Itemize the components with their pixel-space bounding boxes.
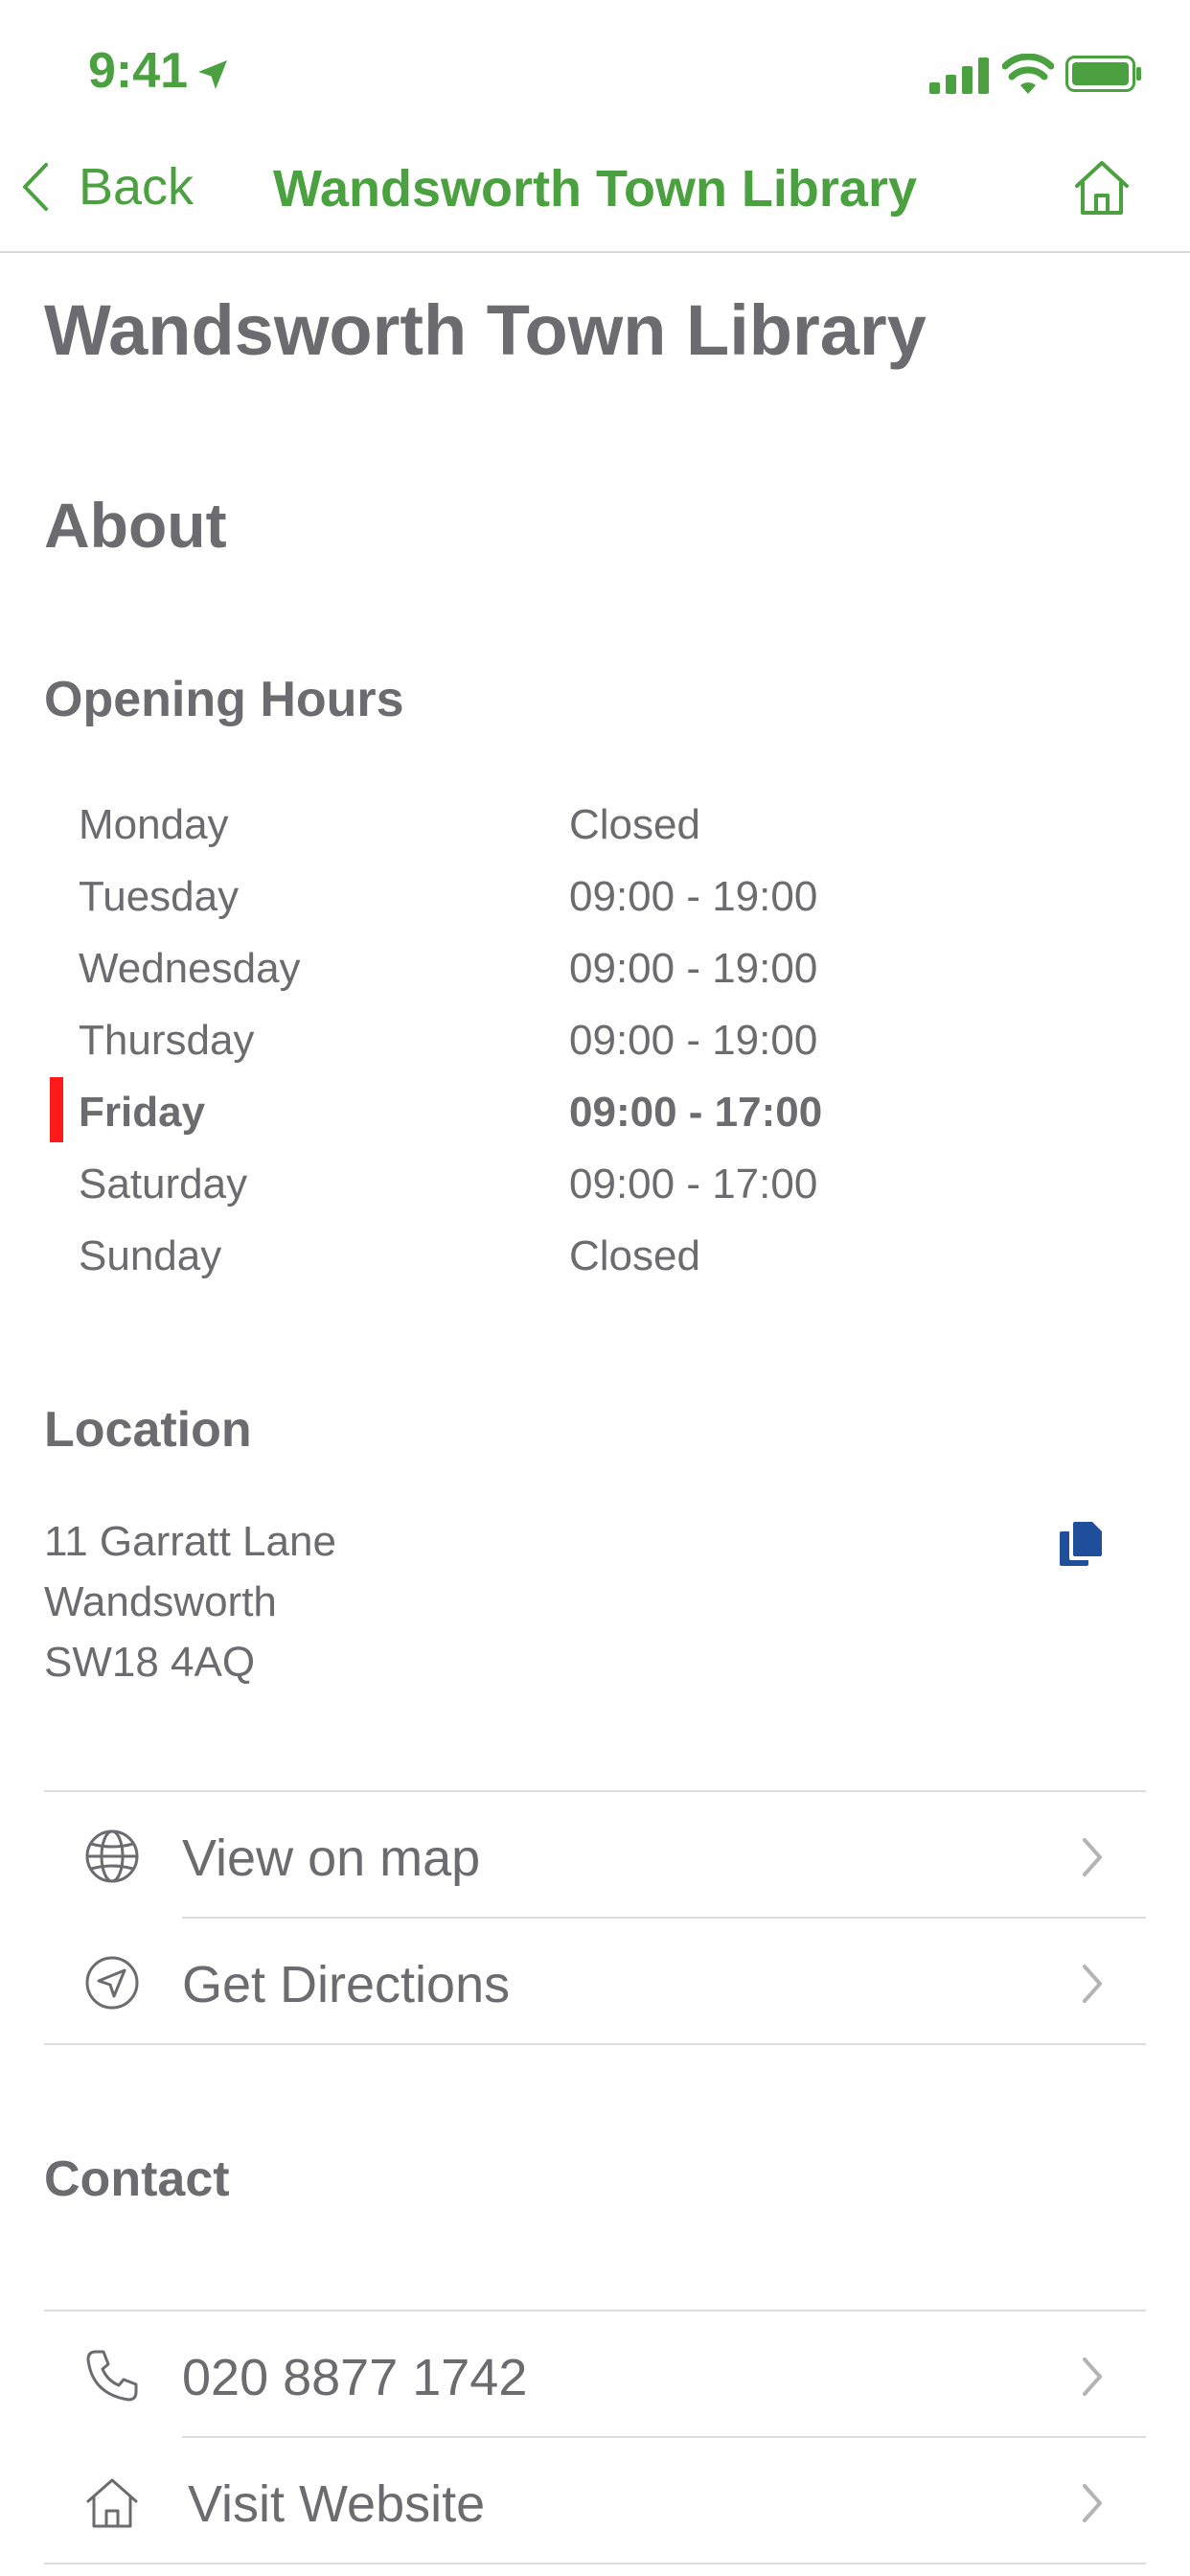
divider	[44, 2310, 1146, 2312]
day-label: Monday	[79, 801, 229, 848]
view-on-map-row[interactable]: View on map	[44, 1794, 1146, 1919]
divider	[182, 1917, 1146, 1919]
hours-row: Saturday 09:00 - 17:00	[0, 1161, 1190, 1232]
location-heading: Location	[44, 1402, 252, 1458]
get-directions-label: Get Directions	[182, 1956, 511, 2013]
day-label: Sunday	[79, 1232, 222, 1279]
visit-website-row[interactable]: Visit Website	[44, 2440, 1146, 2564]
location-arrow-icon	[198, 60, 227, 89]
view-on-map-label: View on map	[182, 1829, 481, 1887]
home-button[interactable]	[1071, 157, 1133, 217]
hours-value: Closed	[569, 1232, 700, 1279]
hours-value: 09:00 - 17:00	[569, 1089, 823, 1136]
phone-row[interactable]: 020 8877 1742	[44, 2313, 1146, 2438]
phone-number-label: 020 8877 1742	[182, 2349, 528, 2406]
visit-website-label: Visit Website	[188, 2475, 486, 2533]
chevron-right-icon	[1083, 2358, 1102, 2396]
phone-icon	[86, 2350, 138, 2402]
address-line: 11 Garratt Lane	[44, 1518, 336, 1565]
day-label: Thursday	[79, 1017, 255, 1064]
hours-value: 09:00 - 17:00	[569, 1161, 818, 1208]
hours-value: Closed	[569, 801, 700, 848]
hours-row: Wednesday 09:00 - 19:00	[0, 945, 1190, 1017]
hours-row: Thursday 09:00 - 19:00	[0, 1017, 1190, 1089]
divider	[44, 2563, 1146, 2564]
hours-row: Monday Closed	[0, 801, 1190, 873]
status-time: 9:41	[88, 43, 189, 99]
day-label: Tuesday	[79, 873, 240, 920]
chevron-right-icon	[1083, 1838, 1102, 1876]
wifi-icon	[1002, 54, 1054, 94]
nav-title: Wandsworth Town Library	[273, 160, 917, 218]
chevron-right-icon	[1083, 2484, 1102, 2522]
home-icon	[86, 2478, 138, 2528]
opening-hours-heading: Opening Hours	[44, 672, 404, 727]
divider	[44, 1790, 1146, 1792]
get-directions-row[interactable]: Get Directions	[44, 1920, 1146, 2045]
address-line: Wandsworth	[44, 1578, 277, 1625]
contact-heading: Contact	[44, 2151, 230, 2207]
signal-icon	[929, 58, 989, 94]
day-label: Wednesday	[79, 945, 301, 992]
hours-row-today: Friday 09:00 - 17:00	[0, 1089, 1190, 1161]
day-label: Saturday	[79, 1161, 248, 1208]
divider	[182, 2436, 1146, 2438]
divider	[44, 2043, 1146, 2045]
page-title: Wandsworth Town Library	[44, 290, 927, 370]
directions-icon	[85, 1956, 139, 2010]
copy-address-icon[interactable]	[1058, 1520, 1104, 1568]
battery-icon	[1065, 56, 1141, 92]
nav-divider	[0, 251, 1190, 253]
about-heading: About	[44, 490, 227, 561]
address-line: SW18 4AQ	[44, 1639, 256, 1686]
hours-value: 09:00 - 19:00	[569, 1017, 818, 1064]
hours-value: 09:00 - 19:00	[569, 873, 818, 920]
globe-icon	[85, 1829, 139, 1883]
hours-value: 09:00 - 19:00	[569, 945, 818, 992]
hours-row: Tuesday 09:00 - 19:00	[0, 873, 1190, 945]
hours-row: Sunday Closed	[0, 1232, 1190, 1304]
chevron-right-icon	[1083, 1965, 1102, 2003]
day-label: Friday	[79, 1089, 206, 1136]
